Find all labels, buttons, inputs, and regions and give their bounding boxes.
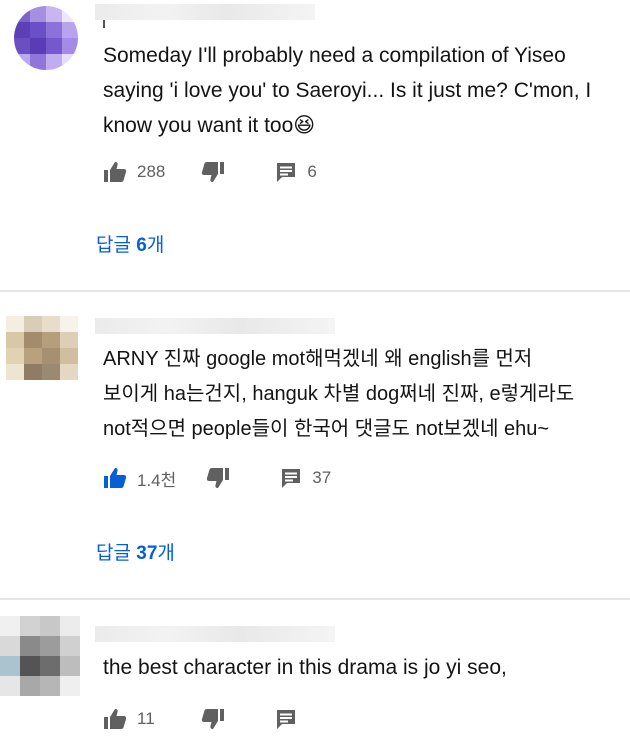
comment-actions: 288 6 bbox=[103, 157, 317, 187]
comment-line: Someday I'll probably need a compilation… bbox=[103, 44, 566, 67]
like-button[interactable]: 1.4천 bbox=[103, 466, 176, 491]
dislike-button[interactable] bbox=[201, 708, 225, 730]
author-name-blurred[interactable] bbox=[95, 318, 335, 334]
avatar[interactable] bbox=[0, 616, 80, 696]
view-replies-link[interactable]: 답글 37개 bbox=[96, 538, 175, 565]
avatar[interactable] bbox=[6, 316, 78, 380]
thumbs-down-icon bbox=[207, 468, 230, 488]
divider bbox=[0, 290, 630, 292]
divider bbox=[0, 598, 630, 600]
like-count: 288 bbox=[137, 162, 166, 181]
dislike-button[interactable] bbox=[201, 161, 225, 183]
thumbs-up-icon bbox=[104, 162, 127, 182]
comment-1: Someday I'll probably need a compilation… bbox=[0, 0, 630, 290]
comment-line: 보이게 ha는건지, hanguk 차별 dog쩌네 진짜, e렇게라도 bbox=[103, 383, 575, 405]
like-button[interactable]: 288 bbox=[103, 161, 165, 183]
comment-line: know you want it too😆 bbox=[103, 114, 316, 137]
comment-2: ARNY 진짜 google mot해먹겠네 왜 english를 먼저 보이게… bbox=[0, 298, 630, 598]
comment-line: the best character in this drama is jo y… bbox=[103, 656, 507, 679]
thumbs-down-icon bbox=[201, 709, 224, 729]
author-name-blurred[interactable] bbox=[95, 626, 335, 642]
like-count: 11 bbox=[137, 709, 155, 728]
comment-3: the best character in this drama is jo y… bbox=[0, 606, 630, 747]
comment-actions: 11 bbox=[103, 704, 297, 734]
comment-icon bbox=[282, 469, 301, 488]
thumbs-up-icon bbox=[104, 709, 127, 729]
reply-count: 37 bbox=[312, 468, 332, 487]
comment-actions: 1.4천 37 bbox=[103, 463, 331, 493]
comment-icon bbox=[276, 710, 295, 729]
comment-text: the best character in this drama is jo y… bbox=[103, 650, 628, 685]
reply-button[interactable]: 6 bbox=[275, 161, 317, 183]
view-replies-link[interactable]: 답글 6개 bbox=[96, 230, 164, 257]
comment-line: ARNY 진짜 google mot해먹겠네 왜 english를 먼저 bbox=[103, 348, 533, 370]
avatar[interactable] bbox=[14, 6, 78, 70]
comment-text: Someday I'll probably need a compilation… bbox=[103, 38, 628, 143]
thumbs-down-icon bbox=[202, 162, 225, 182]
dislike-button[interactable] bbox=[206, 467, 230, 489]
reply-button[interactable] bbox=[275, 708, 297, 730]
like-count: 1.4천 bbox=[137, 470, 177, 490]
comment-line: not적으면 people들이 한국어 댓글도 not보겠네 ehu~ bbox=[103, 418, 550, 440]
comment-line: saying 'i love you' to Saeroyi... Is it … bbox=[103, 79, 592, 102]
author-name-blurred bbox=[103, 20, 105, 28]
reply-count: 6 bbox=[307, 162, 317, 181]
comment-icon bbox=[277, 163, 296, 182]
comment-text: ARNY 진짜 google mot해먹겠네 왜 english를 먼저 보이게… bbox=[103, 342, 628, 447]
author-name-blurred[interactable] bbox=[95, 4, 315, 20]
like-button[interactable]: 11 bbox=[103, 708, 155, 730]
reply-button[interactable]: 37 bbox=[280, 467, 331, 489]
thumbs-up-icon bbox=[104, 468, 127, 488]
